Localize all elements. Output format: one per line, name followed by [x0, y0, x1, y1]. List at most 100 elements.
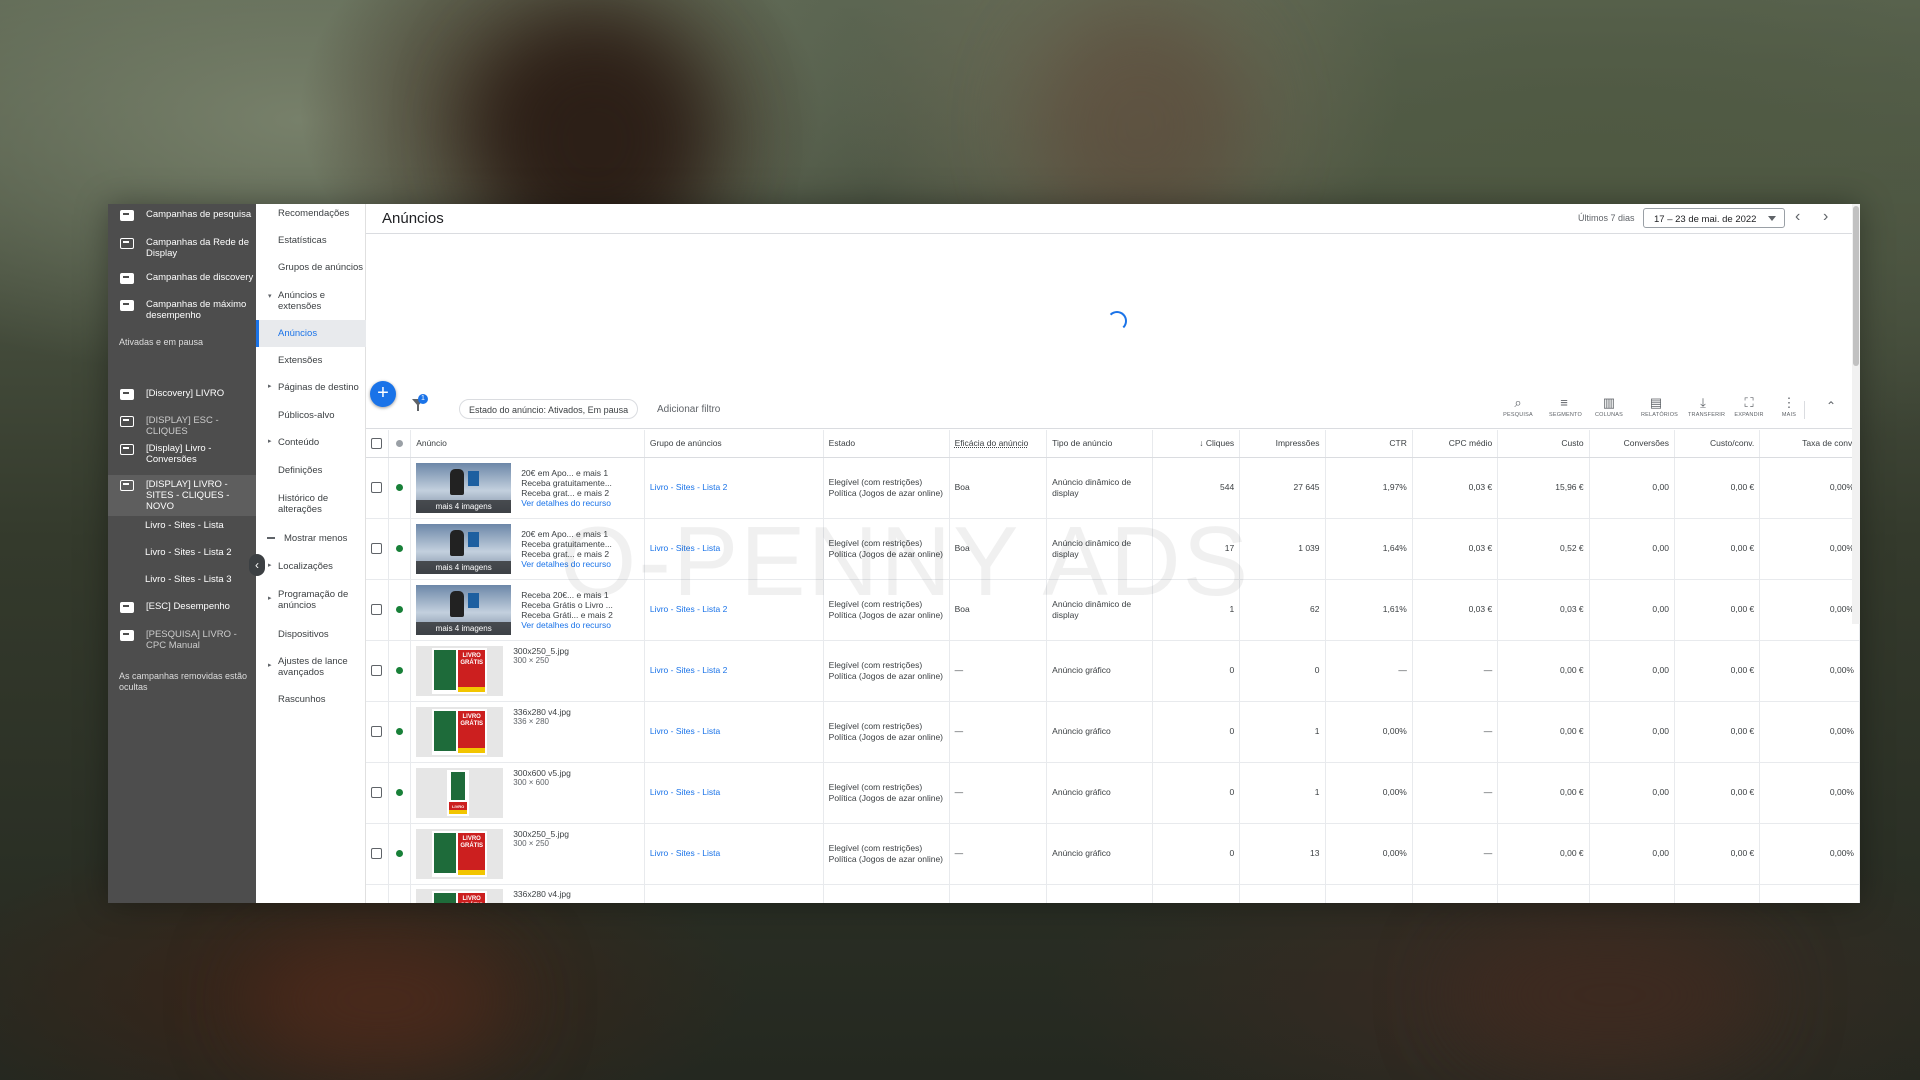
- previous-period-button[interactable]: ‹: [1795, 209, 1800, 225]
- campaign-item-display-conversoes[interactable]: [Display] Livro - Conversões: [108, 443, 256, 465]
- ad-group-link[interactable]: Livro - Sites - Lista: [650, 543, 720, 553]
- menu-rascunhos[interactable]: Rascunhos: [256, 694, 366, 705]
- menu-grupos-de-anuncios[interactable]: Grupos de anúncios: [256, 262, 366, 273]
- row-checkbox[interactable]: [371, 726, 383, 737]
- nav-display-campaigns[interactable]: Campanhas da Rede de Display: [108, 237, 256, 259]
- row-checkbox[interactable]: [371, 787, 383, 798]
- ad-group-item-lista-2[interactable]: Livro - Sites - Lista 2: [145, 547, 232, 558]
- ad-image-thumbnail[interactable]: LIVRO GRÁTIS: [416, 645, 504, 696]
- col-header-ctr[interactable]: CTR: [1325, 430, 1413, 458]
- row-checkbox[interactable]: [371, 665, 383, 676]
- menu-localizacoes[interactable]: Localizações: [256, 561, 366, 572]
- col-header-impressions[interactable]: Impressões: [1239, 430, 1326, 458]
- campaign-item-esc-desempenho[interactable]: [ESC] Desempenho: [108, 601, 256, 613]
- more-button[interactable]: ⋮ MAIS: [1774, 395, 1804, 418]
- campaign-item-display-livro-sites[interactable]: [DISPLAY] LIVRO - SITES - CLIQUES - NOVO: [108, 475, 256, 516]
- menu-recomendacoes[interactable]: Recomendações: [256, 208, 366, 219]
- campaign-item-display-esc[interactable]: [DISPLAY] ESC - CLIQUES: [108, 415, 256, 437]
- col-header-ad-strength[interactable]: Eficácia do anúncio: [949, 430, 1048, 458]
- conversion-rate: 0,00%: [1759, 762, 1860, 824]
- reports-button[interactable]: ▤ RELATÓRIOS: [1641, 395, 1678, 418]
- search-button[interactable]: ⌕ PESQUISA: [1503, 395, 1533, 418]
- menu-publicos-alvo[interactable]: Públicos-alvo: [256, 410, 366, 421]
- collapse-chart-button[interactable]: ⌃: [1826, 399, 1836, 413]
- menu-paginas-de-destino[interactable]: Páginas de destino: [256, 382, 366, 393]
- menu-ajustes-de-lance[interactable]: Ajustes de lance avançados: [256, 656, 366, 678]
- add-ad-button[interactable]: +: [370, 381, 396, 407]
- clicks: 0: [1152, 640, 1241, 702]
- conversion-rate: 0,00%: [1759, 823, 1860, 885]
- nav-performance-max-campaigns[interactable]: Campanhas de máximo desempenho: [108, 299, 256, 321]
- menu-extensoes[interactable]: Extensões: [256, 355, 366, 366]
- ad-group-item-lista[interactable]: Livro - Sites - Lista: [145, 520, 224, 531]
- segment-button[interactable]: ≡ SEGMENTO: [1549, 395, 1582, 418]
- ad-image-thumbnail[interactable]: LIVRO GRÁTIS: [416, 706, 504, 757]
- menu-anuncios-e-extensoes[interactable]: Anúncios e extensões: [256, 290, 366, 312]
- view-asset-details-link[interactable]: Ver detalhes do recurso: [521, 498, 612, 508]
- col-header-clicks[interactable]: ↓ Cliques: [1152, 430, 1241, 458]
- cost-per-conversion: 0,00 €: [1674, 640, 1761, 702]
- row-checkbox[interactable]: [371, 848, 383, 859]
- row-checkbox[interactable]: [371, 482, 383, 493]
- next-period-button[interactable]: ›: [1823, 209, 1828, 225]
- menu-dispositivos[interactable]: Dispositivos: [256, 629, 366, 640]
- menu-anuncios[interactable]: Anúncios: [256, 320, 366, 347]
- ad-image-thumbnail[interactable]: LIVRO GRÁTIS: [416, 828, 504, 879]
- date-range-select[interactable]: 17 – 23 de mai. de 2022: [1643, 208, 1785, 228]
- ad-image-thumbnail[interactable]: mais 4 imagens: [416, 523, 512, 574]
- conversions: 0,00: [1589, 762, 1675, 824]
- view-asset-details-link[interactable]: Ver detalhes do recurso: [521, 620, 613, 630]
- campaign-item-discovery-livro[interactable]: [Discovery] LIVRO: [108, 388, 256, 400]
- vertical-scrollbar[interactable]: [1852, 204, 1860, 624]
- select-all-checkbox[interactable]: [371, 437, 383, 449]
- col-header-ad-type[interactable]: Tipo de anúncio: [1046, 430, 1153, 458]
- ad-image-thumbnail[interactable]: mais 4 imagens: [416, 462, 512, 513]
- col-header-cost-conv[interactable]: Custo/conv.: [1674, 430, 1761, 458]
- col-header-cost[interactable]: Custo: [1497, 430, 1590, 458]
- ad-group-link[interactable]: Livro - Sites - Lista: [650, 848, 720, 858]
- table-header-row: Anúncio Grupo de anúncios Estado Eficáci…: [366, 430, 1860, 458]
- status-filter-dot[interactable]: [396, 439, 404, 447]
- ad-image-thumbnail[interactable]: LIVRO GRÁTIS: [416, 888, 504, 903]
- col-header-avg-cpc[interactable]: CPC médio: [1412, 430, 1499, 458]
- impressions: 0: [1239, 640, 1326, 702]
- enabled-status-dot: [396, 606, 404, 613]
- row-checkbox[interactable]: [371, 543, 383, 554]
- ad-group-item-lista-3[interactable]: Livro - Sites - Lista 3: [145, 574, 232, 585]
- main-content: Anúncios Últimos 7 dias 17 – 23 de mai. …: [366, 204, 1860, 903]
- collapse-nav-button[interactable]: ‹: [249, 554, 265, 576]
- col-header-conversions[interactable]: Conversões: [1589, 430, 1675, 458]
- ad-group-link[interactable]: Livro - Sites - Lista: [650, 726, 720, 736]
- menu-estatisticas[interactable]: Estatísticas: [256, 235, 366, 246]
- campaign-item-pesquisa-livro[interactable]: [PESQUISA] LIVRO - CPC Manual: [108, 629, 256, 651]
- page-menu: Recomendações Estatísticas Grupos de anú…: [256, 204, 366, 903]
- top-bar: Anúncios Últimos 7 dias 17 – 23 de mai. …: [366, 204, 1860, 234]
- ad-group-link[interactable]: Livro - Sites - Lista 2: [650, 604, 727, 614]
- nav-search-campaigns[interactable]: Campanhas de pesquisa: [108, 209, 256, 221]
- nav-discovery-campaigns[interactable]: Campanhas de discovery: [108, 272, 256, 284]
- menu-definicoes[interactable]: Definições: [256, 465, 366, 476]
- menu-conteudo[interactable]: Conteúdo: [256, 437, 366, 448]
- add-filter-button[interactable]: Adicionar filtro: [657, 404, 720, 415]
- col-header-status[interactable]: Estado: [823, 430, 950, 458]
- ad-status-filter-chip[interactable]: Estado do anúncio: Ativados, Em pausa: [459, 399, 639, 419]
- ad-image-thumbnail[interactable]: mais 4 imagens: [416, 584, 512, 635]
- row-checkbox[interactable]: [371, 604, 383, 615]
- expand-button[interactable]: ⛶ EXPANDIR: [1734, 395, 1764, 418]
- ad-group-link[interactable]: Livro - Sites - Lista: [650, 787, 720, 797]
- menu-historico-de-alteracoes[interactable]: Histórico de alterações: [256, 493, 366, 515]
- columns-button[interactable]: ▥ COLUNAS: [1594, 395, 1624, 418]
- scrollbar-thumb[interactable]: [1853, 206, 1859, 366]
- clicks: 0: [1152, 701, 1241, 763]
- view-asset-details-link[interactable]: Ver detalhes do recurso: [521, 559, 612, 569]
- display-campaign-icon: [120, 238, 134, 249]
- col-header-ad-group[interactable]: Grupo de anúncios: [644, 430, 824, 458]
- ad-group-link[interactable]: Livro - Sites - Lista 2: [650, 665, 727, 675]
- menu-mostrar-menos[interactable]: Mostrar menos: [256, 533, 366, 544]
- ad-image-thumbnail[interactable]: LIVRO GRÁTIS: [416, 767, 504, 818]
- download-button[interactable]: ⤓ TRANSFERIR: [1688, 395, 1725, 418]
- col-header-conv-rate[interactable]: Taxa de conv.: [1759, 430, 1860, 458]
- ad-group-link[interactable]: Livro - Sites - Lista 2: [650, 482, 727, 492]
- col-header-ad[interactable]: Anúncio: [410, 430, 645, 458]
- menu-programacao-de-anuncios[interactable]: Programação de anúncios: [256, 589, 366, 611]
